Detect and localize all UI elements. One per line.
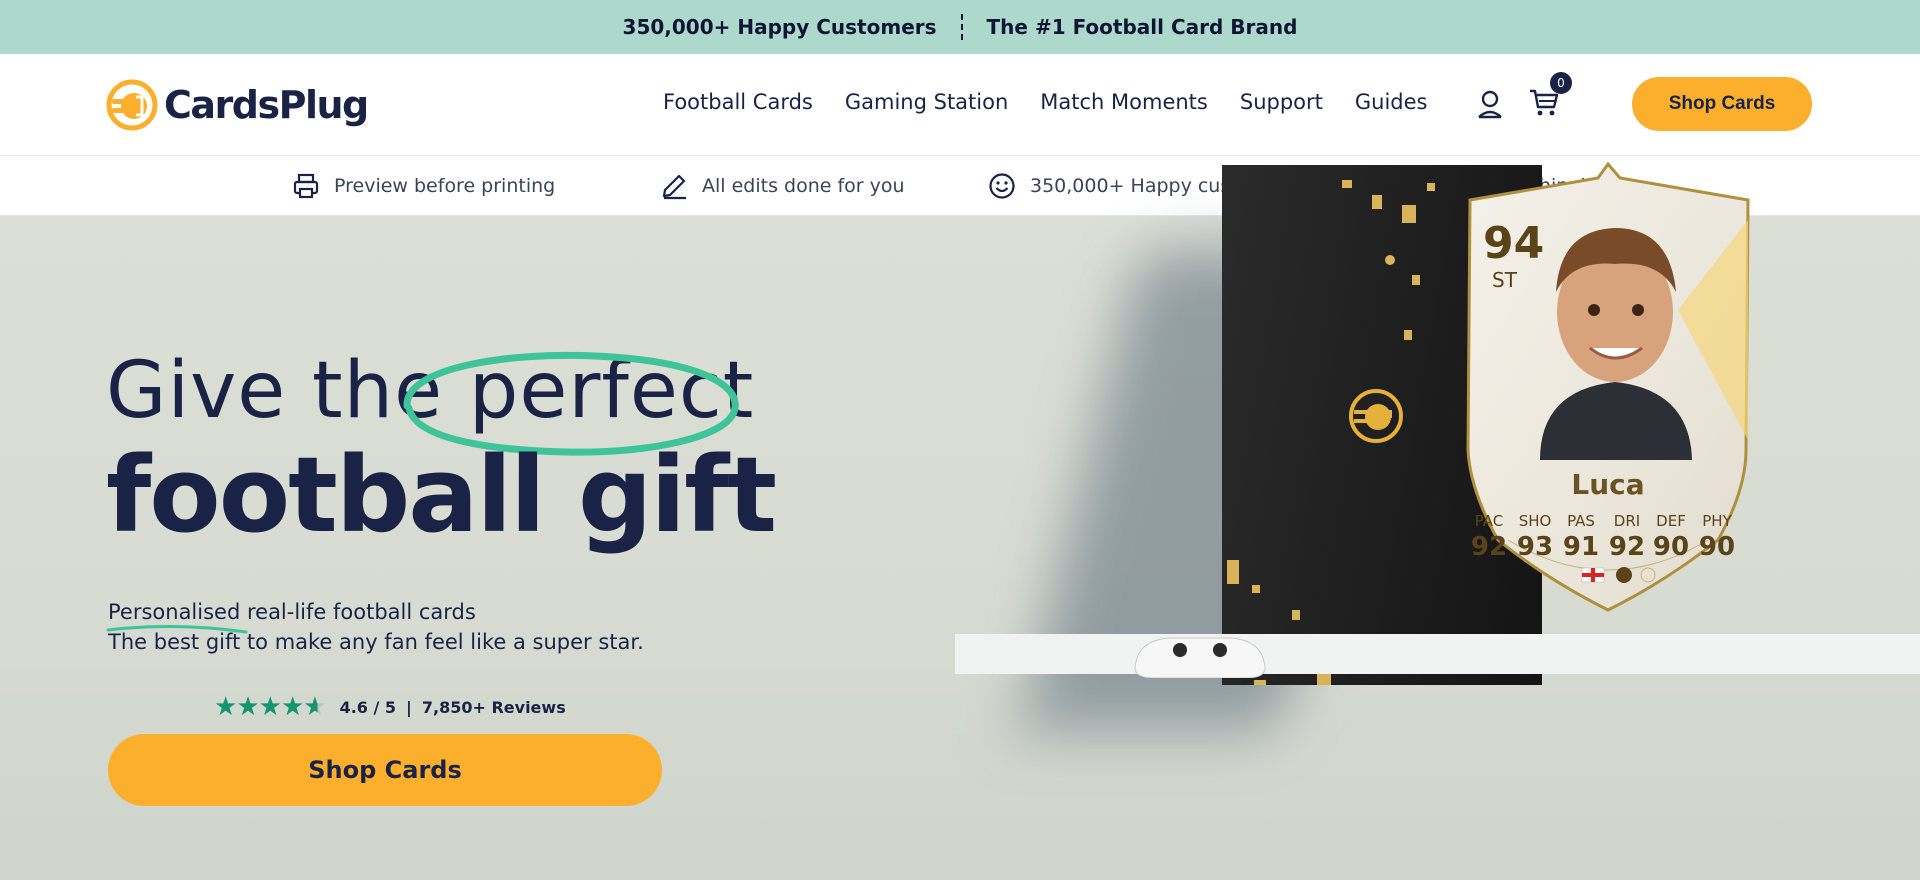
printer-icon <box>293 173 319 199</box>
announcement-brand: The #1 Football Card Brand <box>986 15 1298 39</box>
box-logo-icon <box>1349 389 1403 443</box>
card-player-name: Luca <box>1571 468 1645 501</box>
star-icon: ★ <box>236 692 260 722</box>
logo[interactable]: CardsPlug <box>106 79 369 131</box>
nav-guides[interactable]: Guides <box>1355 90 1428 114</box>
star-icon: ★ <box>280 692 305 722</box>
stat-label: PAC <box>1474 512 1504 530</box>
usp-preview: Preview before printing <box>292 156 555 216</box>
usp-edits-label: All edits done for you <box>702 175 905 197</box>
stat-label: PAS <box>1567 512 1595 530</box>
star-rating: ★ ★ ★ ★ ★ <box>214 692 327 722</box>
stat-value: 91 <box>1562 532 1600 562</box>
card-stat-dri: DRI 92 <box>1605 512 1649 562</box>
card-stat-pas: PAS 91 <box>1559 512 1603 562</box>
nav-gaming-station[interactable]: Gaming Station <box>845 90 1008 114</box>
stat-label: DEF <box>1656 512 1686 530</box>
smiley-icon <box>989 173 1015 199</box>
announcement-bar: 350,000+ Happy Customers The #1 Football… <box>0 0 1920 54</box>
pencil-icon <box>662 174 686 200</box>
star-icon: ★ <box>214 692 238 722</box>
stat-value: 93 <box>1516 532 1554 562</box>
stat-label: SHO <box>1518 512 1552 530</box>
card-stat-pac: PAC 92 <box>1467 512 1511 562</box>
stat-value: 92 <box>1470 532 1508 562</box>
reviews-label: Reviews <box>491 697 566 717</box>
cart-count-badge: 0 <box>1550 72 1572 94</box>
stat-value: 92 <box>1608 532 1646 562</box>
game-controller-image <box>1134 637 1266 678</box>
rating-separator: | <box>406 697 412 717</box>
hero-subtitle-line1: Personalised real-life football cards <box>108 600 476 624</box>
stat-label: DRI <box>1613 512 1641 530</box>
shop-cards-header-button[interactable]: Shop Cards <box>1632 77 1812 131</box>
hero-subtitle-rest: real-life football cards <box>240 600 476 624</box>
nav-support[interactable]: Support <box>1240 90 1323 114</box>
logo-text: CardsPlug <box>164 83 369 127</box>
rating-value: 4.6 / 5 <box>339 697 397 717</box>
nav-football-cards[interactable]: Football Cards <box>663 90 813 114</box>
usp-preview-label: Preview before printing <box>334 175 556 197</box>
main-nav: Football Cards Gaming Station Match Mome… <box>663 90 1428 114</box>
nav-match-moments[interactable]: Match Moments <box>1040 90 1208 114</box>
usp-edits: All edits done for you <box>660 156 905 216</box>
table-surface <box>955 634 1920 674</box>
hero-subtitle-line2: The best gift to make any fan feel like … <box>108 630 644 654</box>
stat-label: PHY <box>1702 512 1732 530</box>
announcement-divider <box>960 14 963 40</box>
reviews-count: 7,850+ <box>421 697 486 717</box>
announcement-customers: 350,000+ Happy Customers <box>622 15 937 39</box>
hero-title-line2: football gift <box>106 434 777 556</box>
card-stat-sho: SHO 93 <box>1513 512 1557 562</box>
card-stat-phy: PHY 90 <box>1695 512 1739 562</box>
card-overall-rating: 94 <box>1483 218 1545 269</box>
star-icon: ★ <box>258 692 282 722</box>
stat-value: 90 <box>1652 532 1690 562</box>
shop-cards-hero-button[interactable]: Shop Cards <box>108 734 662 806</box>
logo-plug-icon <box>106 79 158 131</box>
half-star-icon: ★ <box>303 692 327 722</box>
stat-value: 90 <box>1698 532 1736 562</box>
card-stat-def: DEF 90 <box>1649 512 1693 562</box>
site-header: CardsPlug Football Cards Gaming Station … <box>0 54 1920 156</box>
hero-subtitle-personalised: Personalised <box>108 600 241 624</box>
account-icon[interactable] <box>1476 89 1504 119</box>
player-photo <box>1540 228 1692 460</box>
card-position: ST <box>1492 268 1517 292</box>
rating-summary[interactable]: ★ ★ ★ ★ ★ 4.6 / 5 | 7,850+ Reviews <box>214 694 566 720</box>
